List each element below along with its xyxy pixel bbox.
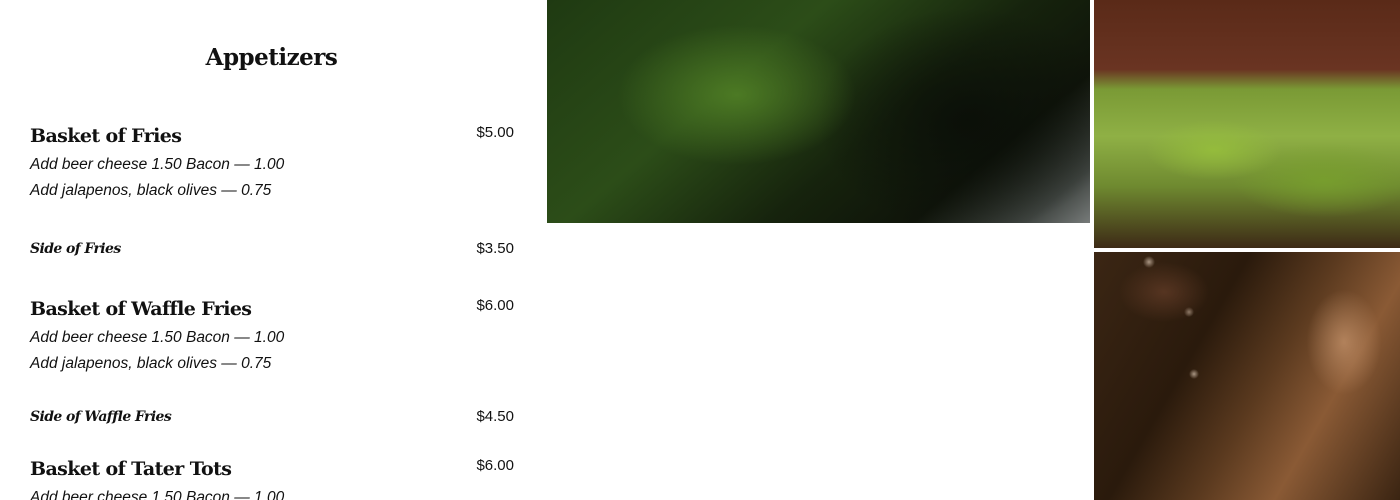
item-price: $3.50: [476, 240, 514, 257]
item-price: $5.00: [476, 124, 514, 141]
greens-photo: [547, 0, 1090, 223]
item-name: Side of Waffle Fries: [30, 409, 172, 425]
item-price: $6.00: [476, 457, 514, 474]
section-title: Appetizers: [205, 44, 338, 71]
item-name: Basket of Waffle Fries: [30, 298, 252, 320]
item-price: $4.50: [476, 408, 514, 425]
menu-item: Side of Waffle Fries $4.50: [30, 408, 514, 426]
item-description: Add beer cheese 1.50 Bacon — 1.00: [30, 485, 514, 500]
menu-item: Basket of Tater Tots $6.00 Add beer chee…: [30, 457, 514, 500]
item-description: Add beer cheese 1.50 Bacon — 1.00 Add ja…: [30, 325, 514, 377]
item-description-line: Add beer cheese 1.50 Bacon — 1.00: [30, 329, 285, 346]
menu-item: Basket of Waffle Fries $6.00 Add beer ch…: [30, 297, 514, 377]
menu-panel: Appetizers Basket of Fries $5.00 Add bee…: [0, 0, 545, 500]
menu-item: Side of Fries $3.50: [30, 240, 514, 258]
item-name: Side of Fries: [30, 241, 121, 257]
item-name: Basket of Tater Tots: [30, 458, 232, 480]
item-description: Add beer cheese 1.50 Bacon — 1.00 Add ja…: [30, 152, 514, 204]
item-description-line: Add beer cheese 1.50 Bacon — 1.00: [30, 156, 285, 173]
item-description-line: Add jalapenos, black olives — 0.75: [30, 182, 272, 199]
item-description-line: Add beer cheese 1.50 Bacon — 1.00: [30, 489, 285, 500]
menu-page: Appetizers Basket of Fries $5.00 Add bee…: [0, 0, 1400, 500]
salad-photo: [1094, 0, 1400, 248]
dessert-photo: [1094, 252, 1400, 500]
menu-item: Basket of Fries $5.00 Add beer cheese 1.…: [30, 124, 514, 204]
item-name: Basket of Fries: [30, 125, 182, 147]
item-description-line: Add jalapenos, black olives — 0.75: [30, 355, 272, 372]
item-price: $6.00: [476, 297, 514, 314]
